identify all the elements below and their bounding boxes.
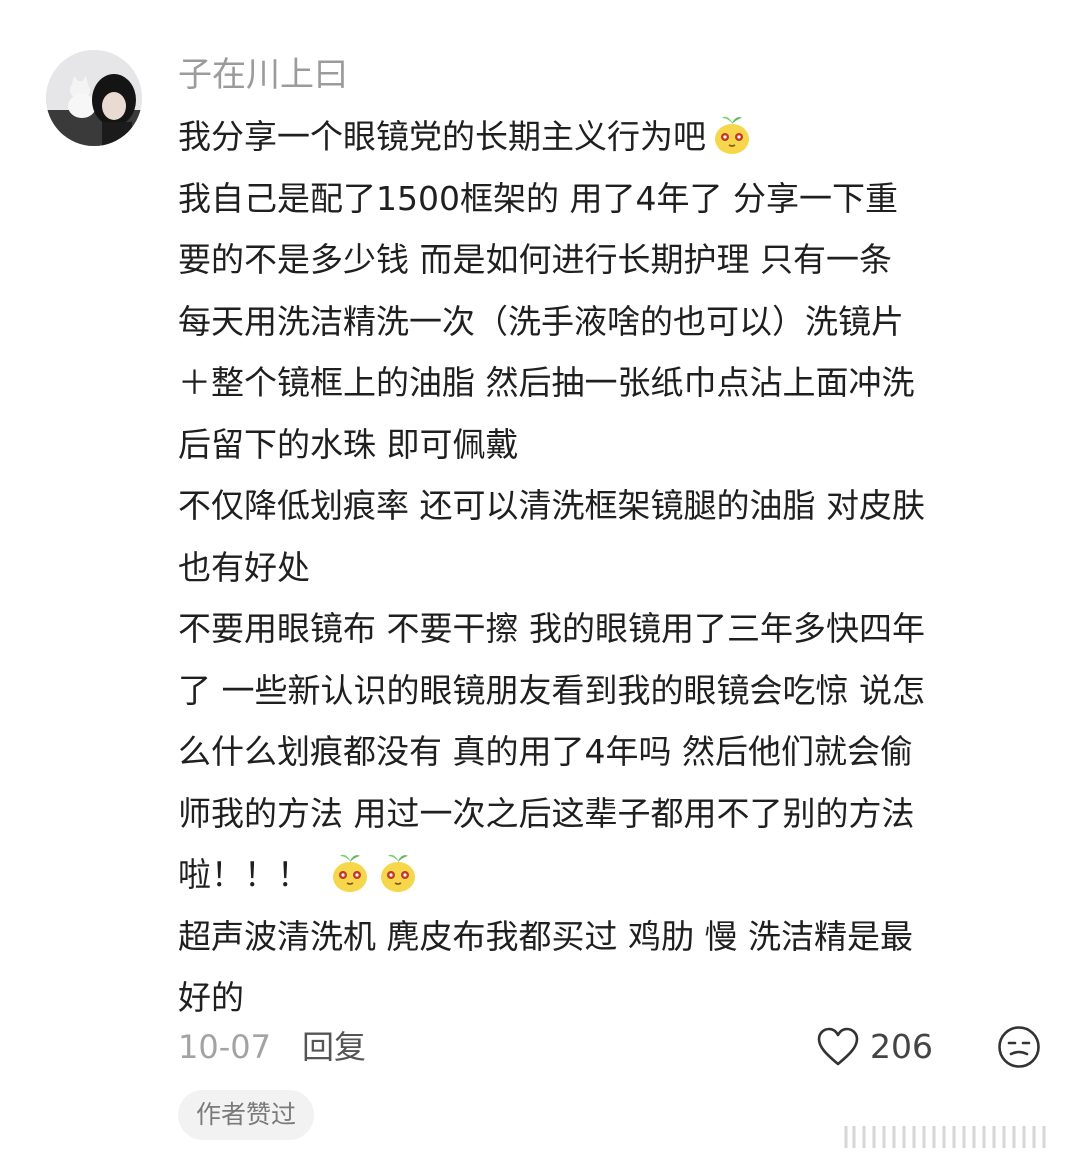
comment-body: 我分享一个眼镜党的长期主义行为吧 我自己是配了1500框架的 用了4年了 分享一… — [178, 106, 1048, 1029]
comment-line: 不仅降低划痕率 还可以清洗框架镜腿的油脂 对皮肤 — [178, 486, 925, 525]
comment-line: 么什么划痕都没有 真的用了4年吗 然后他们就会偷 — [178, 732, 913, 771]
user-avatar[interactable] — [46, 50, 142, 146]
comment-line: 好的 — [178, 978, 244, 1017]
comment-text: 啦！！！ — [178, 855, 310, 894]
username[interactable]: 子在川上曰 — [178, 52, 348, 98]
comment-text: 我分享一个眼镜党的长期主义行为吧 — [178, 117, 706, 156]
comment-line: 也有好处 — [178, 547, 310, 587]
barcode-watermark-icon — [844, 1126, 1046, 1148]
comment-line: 了 一些新认识的眼镜朋友看到我的眼镜会吃惊 说怎 — [178, 670, 925, 710]
author-liked-badge: 作者赞过 — [178, 1090, 315, 1140]
sprout-face-emoji-icon — [333, 854, 367, 892]
comment-line: 我分享一个眼镜党的长期主义行为吧 — [178, 106, 1048, 168]
comment-line: 不要用眼镜布 不要干擦 我的眼镜用了三年多快四年 — [178, 609, 925, 648]
comment-footer: 10-07 回复 206 — [178, 1022, 1048, 1072]
comment-line: 我自己是配了1500框架的 用了4年了 分享一下重 — [178, 178, 898, 218]
like-count: 206 — [870, 1027, 933, 1066]
comment-line: 师我的方法 用过一次之后这辈子都用不了别的方法 — [178, 793, 915, 833]
reply-button[interactable]: 回复 — [302, 1026, 366, 1068]
comment-line: ＋整个镜框上的油脂 然后抽一张纸巾点沾上面冲洗 — [178, 363, 915, 402]
comment-line: 要的不是多少钱 而是如何进行长期护理 只有一条 — [178, 240, 892, 279]
comment-line: 后留下的水珠 即可佩戴 — [178, 424, 519, 464]
comment-line: 超声波清洗机 麂皮布我都买过 鸡肋 慢 洗洁精是最 — [178, 916, 913, 956]
sprout-face-emoji-icon — [715, 116, 749, 154]
meh-face-icon[interactable] — [996, 1024, 1042, 1070]
comment-date: 10-07 — [178, 1028, 271, 1066]
sprout-face-emoji-icon — [381, 854, 415, 892]
heart-icon[interactable] — [816, 1026, 860, 1068]
comment-line: 每天用洗洁精洗一次（洗手液啥的也可以）洗镜片 — [178, 301, 904, 341]
comment-line: 啦！！！ — [178, 844, 1048, 906]
